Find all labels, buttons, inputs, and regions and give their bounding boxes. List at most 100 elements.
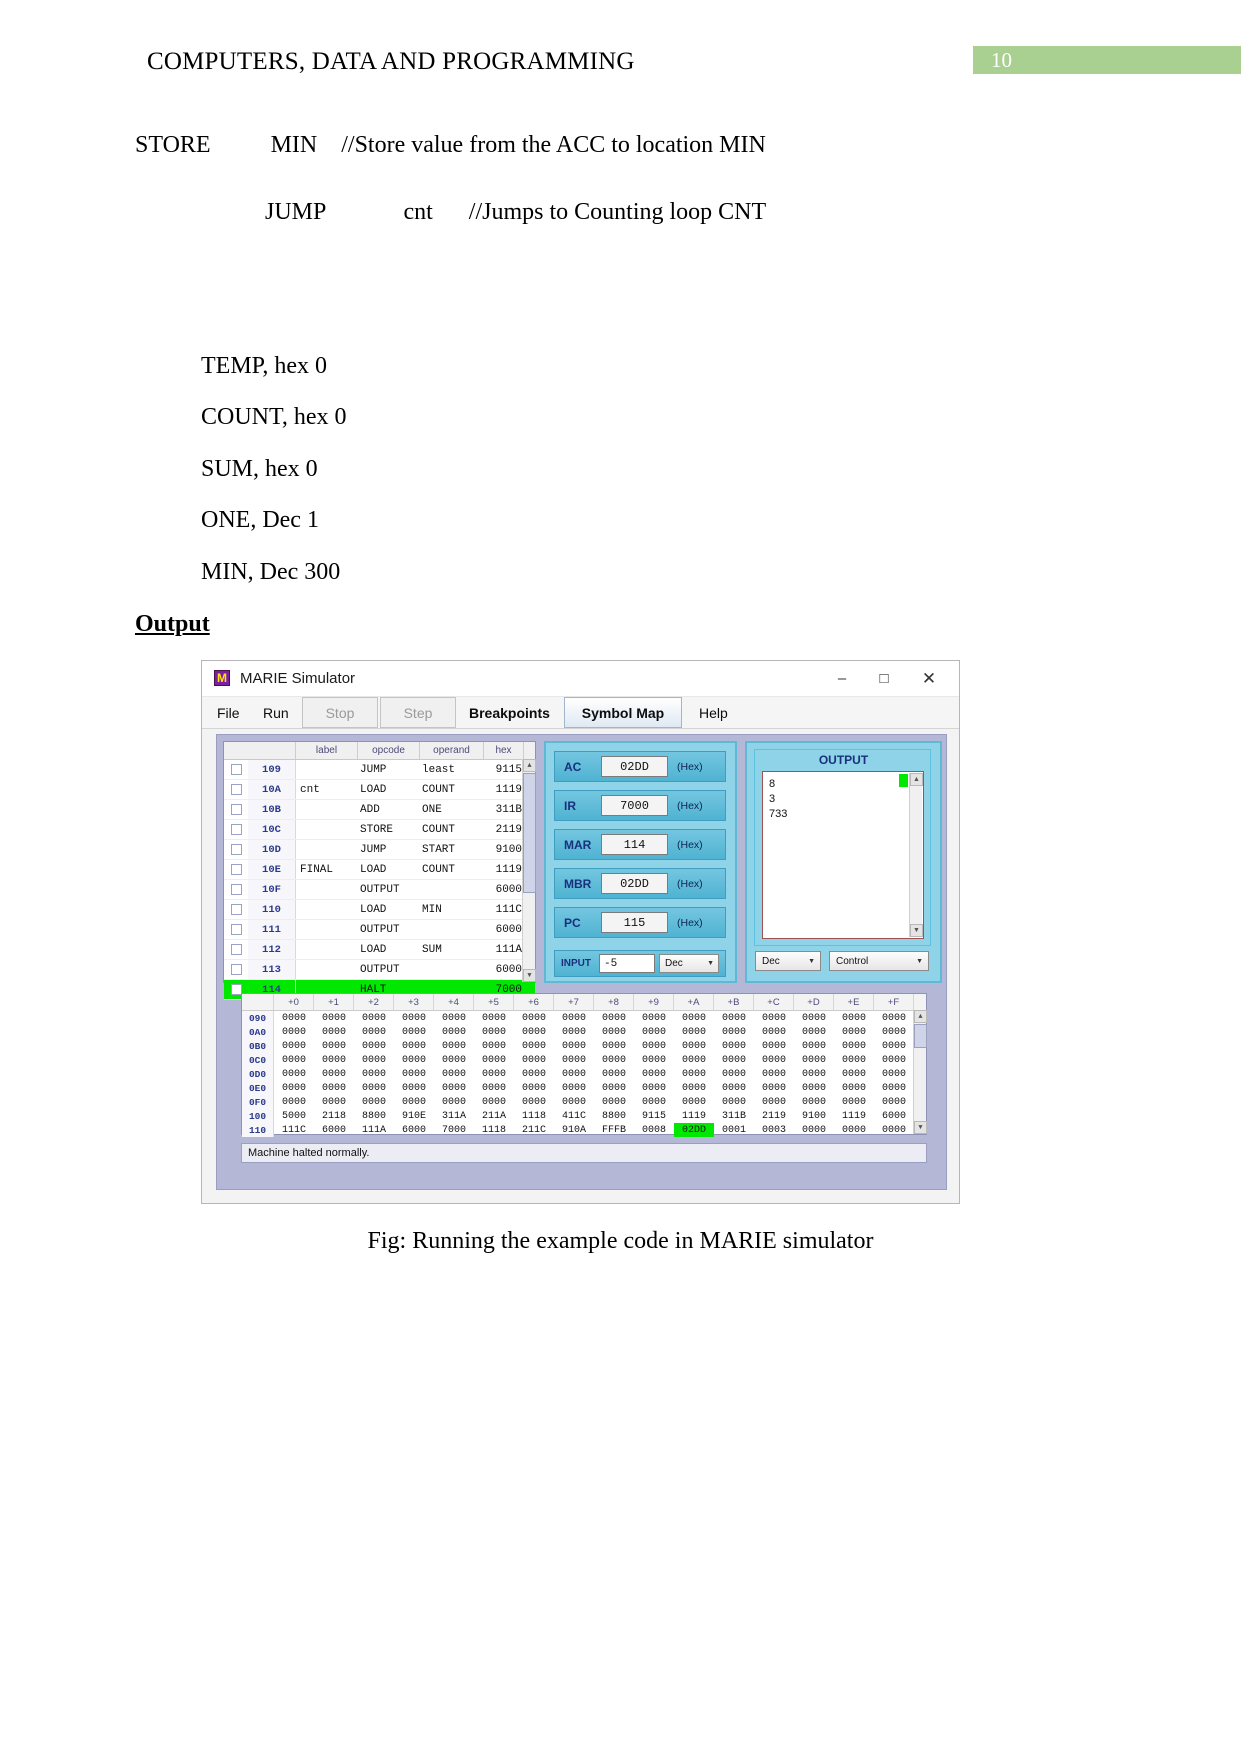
memory-cell[interactable]: 0000 <box>754 1067 794 1081</box>
scroll-down-icon[interactable]: ▼ <box>523 969 536 982</box>
input-register-field[interactable]: -5 <box>599 954 655 973</box>
memory-cell[interactable]: 311A <box>434 1109 474 1123</box>
memory-cell[interactable]: 0000 <box>834 1025 874 1039</box>
scroll-down-icon[interactable]: ▼ <box>914 1121 927 1134</box>
memory-dump-row[interactable]: 0B0 0000 0000 0000 0000 0000 0000 0000 0000 0000 0… <box>242 1039 926 1053</box>
memory-cell[interactable]: 9100 <box>794 1109 834 1123</box>
memory-cell[interactable]: 211C <box>514 1123 554 1137</box>
memory-cell[interactable]: 0000 <box>794 1053 834 1067</box>
memory-cell[interactable]: 02DD <box>674 1123 714 1137</box>
memory-cell[interactable]: 0000 <box>354 1067 394 1081</box>
input-register-row[interactable]: INPUT -5 Dec ▼ <box>554 950 726 977</box>
memory-cell[interactable]: 0000 <box>314 1081 354 1095</box>
code-listing-row[interactable]: 10E FINAL LOAD COUNT 1119 <box>224 860 535 880</box>
code-listing-row[interactable]: 113 OUTPUT 6000 <box>224 960 535 980</box>
breakpoint-checkbox[interactable] <box>224 800 248 819</box>
breakpoint-checkbox[interactable] <box>224 920 248 939</box>
memory-cell[interactable]: 0000 <box>714 1095 754 1109</box>
output-control-select[interactable]: Control ▼ <box>829 951 929 971</box>
code-listing-row[interactable]: 109 JUMP least 9115 <box>224 760 535 780</box>
memory-cell[interactable]: 0000 <box>514 1011 554 1025</box>
memory-cell[interactable]: 0000 <box>554 1053 594 1067</box>
memory-cell[interactable]: 0000 <box>834 1123 874 1137</box>
memory-cell[interactable]: 0000 <box>834 1039 874 1053</box>
breakpoint-checkbox[interactable] <box>224 900 248 919</box>
memory-cell[interactable]: 0000 <box>474 1011 514 1025</box>
memory-cell[interactable]: 0000 <box>354 1039 394 1053</box>
memory-cell[interactable]: 111C <box>274 1123 314 1137</box>
memory-cell[interactable]: 0000 <box>714 1039 754 1053</box>
memory-cell[interactable]: 0000 <box>674 1053 714 1067</box>
memory-cell[interactable]: 0000 <box>394 1095 434 1109</box>
breakpoint-checkbox[interactable] <box>224 760 248 779</box>
memory-cell[interactable]: 2118 <box>314 1109 354 1123</box>
memory-cell[interactable]: 0000 <box>314 1095 354 1109</box>
memory-cell[interactable]: 0001 <box>714 1123 754 1137</box>
memory-cell[interactable]: 0000 <box>274 1081 314 1095</box>
memory-cell[interactable]: 1118 <box>474 1123 514 1137</box>
memory-cell[interactable]: 0000 <box>394 1025 434 1039</box>
code-listing-row[interactable]: 10A cnt LOAD COUNT 1119 <box>224 780 535 800</box>
code-listing-row[interactable]: 10B ADD ONE 311B <box>224 800 535 820</box>
register-row-ac[interactable]: AC 02DD (Hex) <box>554 751 726 782</box>
memory-cell[interactable]: 0000 <box>834 1067 874 1081</box>
memory-cell[interactable]: 0000 <box>714 1011 754 1025</box>
memory-cell[interactable]: 0000 <box>474 1095 514 1109</box>
memory-cell[interactable]: 0000 <box>594 1025 634 1039</box>
memory-cell[interactable]: 0000 <box>474 1039 514 1053</box>
memory-cell[interactable]: 0000 <box>434 1067 474 1081</box>
memory-cell[interactable]: 0000 <box>434 1039 474 1053</box>
memory-cell[interactable]: 0000 <box>474 1081 514 1095</box>
memory-cell[interactable]: 0000 <box>594 1039 634 1053</box>
output-textarea[interactable]: 8 3 733 ▲ ▼ <box>762 771 924 939</box>
menu-item-help[interactable]: Help <box>690 697 737 728</box>
memory-cell[interactable]: 0000 <box>634 1081 674 1095</box>
memory-cell[interactable]: 2119 <box>754 1109 794 1123</box>
register-value[interactable]: 02DD <box>601 873 668 894</box>
memory-cell[interactable]: 5000 <box>274 1109 314 1123</box>
memory-cell[interactable]: 0000 <box>874 1067 914 1081</box>
memory-cell[interactable]: 0000 <box>714 1053 754 1067</box>
memory-cell[interactable]: 0000 <box>794 1025 834 1039</box>
memory-cell[interactable]: 0000 <box>634 1025 674 1039</box>
memory-cell[interactable]: 0000 <box>274 1039 314 1053</box>
memory-cell[interactable]: 0000 <box>794 1011 834 1025</box>
memory-cell[interactable]: 0000 <box>714 1081 754 1095</box>
memory-cell[interactable]: 0000 <box>714 1067 754 1081</box>
memory-cell[interactable]: 0000 <box>674 1039 714 1053</box>
memory-cell[interactable]: 0000 <box>874 1053 914 1067</box>
memory-cell[interactable]: 0000 <box>394 1053 434 1067</box>
menu-item-stop[interactable]: Stop <box>302 697 378 728</box>
memory-cell[interactable]: 0000 <box>274 1025 314 1039</box>
memory-cell[interactable]: 1119 <box>834 1109 874 1123</box>
memory-cell[interactable]: 0000 <box>274 1067 314 1081</box>
memory-cell[interactable]: 0000 <box>394 1081 434 1095</box>
memory-cell[interactable]: 0000 <box>874 1095 914 1109</box>
memory-cell[interactable]: 0000 <box>354 1081 394 1095</box>
memory-cell[interactable]: 0003 <box>754 1123 794 1137</box>
memory-cell[interactable]: FFFB <box>594 1123 634 1137</box>
memory-cell[interactable]: 0008 <box>634 1123 674 1137</box>
breakpoint-checkbox[interactable] <box>224 940 248 959</box>
memory-cell[interactable]: 0000 <box>634 1067 674 1081</box>
memory-cell[interactable]: 0000 <box>754 1011 794 1025</box>
memory-cell[interactable]: 0000 <box>594 1095 634 1109</box>
memory-cell[interactable]: 0000 <box>314 1011 354 1025</box>
memory-dump-row[interactable]: 0E0 0000 0000 0000 0000 0000 0000 0000 0000 0000 0… <box>242 1081 926 1095</box>
memory-cell[interactable]: 411C <box>554 1109 594 1123</box>
memory-cell[interactable]: 0000 <box>514 1067 554 1081</box>
memory-cell[interactable]: 0000 <box>674 1067 714 1081</box>
menu-item-run[interactable]: Run <box>254 697 298 728</box>
memory-cell[interactable]: 0000 <box>554 1095 594 1109</box>
code-listing-row[interactable]: 10D JUMP START 9100 <box>224 840 535 860</box>
scroll-down-icon[interactable]: ▼ <box>910 924 923 937</box>
memory-cell[interactable]: 0000 <box>634 1039 674 1053</box>
memory-cell[interactable]: 111A <box>354 1123 394 1137</box>
memory-cell[interactable]: 6000 <box>874 1109 914 1123</box>
memory-cell[interactable]: 0000 <box>274 1095 314 1109</box>
register-row-mar[interactable]: MAR 114 (Hex) <box>554 829 726 860</box>
code-listing-row[interactable]: 10F OUTPUT 6000 <box>224 880 535 900</box>
breakpoint-checkbox[interactable] <box>224 860 248 879</box>
memory-cell[interactable]: 0000 <box>834 1053 874 1067</box>
memory-cell[interactable]: 8800 <box>354 1109 394 1123</box>
